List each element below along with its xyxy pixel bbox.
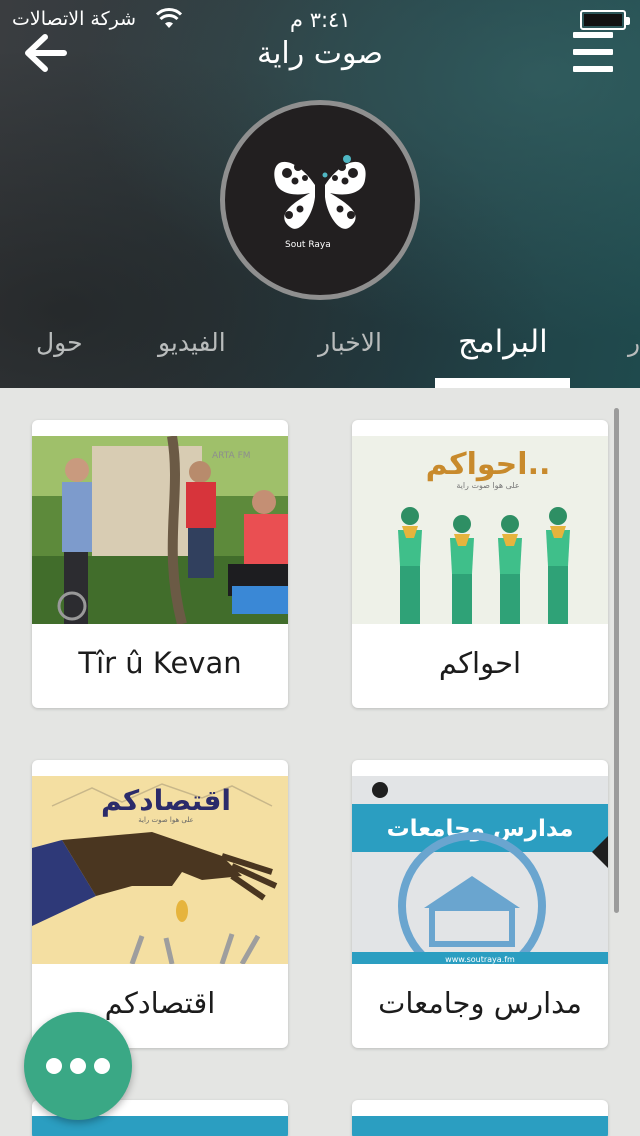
more-dots-icon (46, 1058, 62, 1074)
thumb-watermark: ARTA FM (212, 451, 251, 461)
station-logo: Sout Raya (220, 100, 420, 300)
thumb-subtitle: www.soutraya.fm (445, 955, 515, 964)
tab-programs[interactable]: البرامج (458, 324, 548, 360)
thumb-subtitle: على هوا صوت راية (456, 481, 519, 490)
program-title: مدارس وجامعات (378, 986, 582, 1020)
arrow-left-icon (25, 34, 67, 72)
program-card-partial[interactable] (352, 1100, 608, 1136)
more-actions-button[interactable] (24, 1012, 132, 1120)
logo-wordmark: Sout Raya (285, 240, 331, 250)
tab-about[interactable]: حول (36, 328, 83, 357)
program-card-tir-u-kevan[interactable]: ARTA FM Tîr û Kevan (32, 420, 288, 708)
program-thumbnail: مدارس وجامعات www.soutraya.fm (352, 776, 608, 964)
active-tab-indicator (435, 378, 570, 388)
thumb-title: اقتصادكم (101, 784, 231, 817)
status-bar: شركة الاتصالات ٣:٤١ م (0, 0, 640, 40)
app-header: شركة الاتصالات ٣:٤١ م صوت راية Sout Raya… (0, 0, 640, 388)
clock: ٣:٤١ م (290, 8, 351, 32)
tab-video[interactable]: الفيديو (158, 328, 226, 357)
carrier-label: شركة الاتصالات (12, 8, 137, 30)
page-title: صوت راية (256, 36, 383, 71)
program-card-economy[interactable]: اقتصادكم على هوا صوت راية اقتصادكم (32, 760, 288, 1048)
hamburger-menu-icon (573, 32, 613, 38)
program-title: Tîr û Kevan (78, 646, 242, 680)
tab-news[interactable]: الاخبار (318, 328, 382, 357)
thumb-title: احواكم.. (426, 447, 551, 482)
scrollbar[interactable] (614, 408, 619, 913)
thumb-subtitle: على هوا صوت راية (138, 816, 193, 824)
butterfly-logo-icon: Sout Raya (274, 155, 366, 250)
program-card-schools-universities[interactable]: مدارس وجامعات www.soutraya.fm مدارس وجام… (352, 760, 608, 1048)
program-thumbnail: اقتصادكم على هوا صوت راية (32, 776, 288, 964)
tab-overflow[interactable]: ر (628, 328, 640, 357)
program-title: احواكم (438, 646, 522, 680)
program-thumbnail: ARTA FM (32, 436, 288, 624)
program-card-ahwakum[interactable]: احواكم.. على هوا صوت راية احواكم (352, 420, 608, 708)
back-button[interactable] (18, 28, 74, 78)
wifi-icon (156, 8, 182, 28)
menu-button[interactable] (568, 28, 618, 76)
section-tabs: حول الفيديو الاخبار البرامج ر (0, 318, 640, 388)
battery-icon (580, 10, 630, 30)
program-thumbnail: احواكم.. على هوا صوت راية (352, 436, 608, 624)
